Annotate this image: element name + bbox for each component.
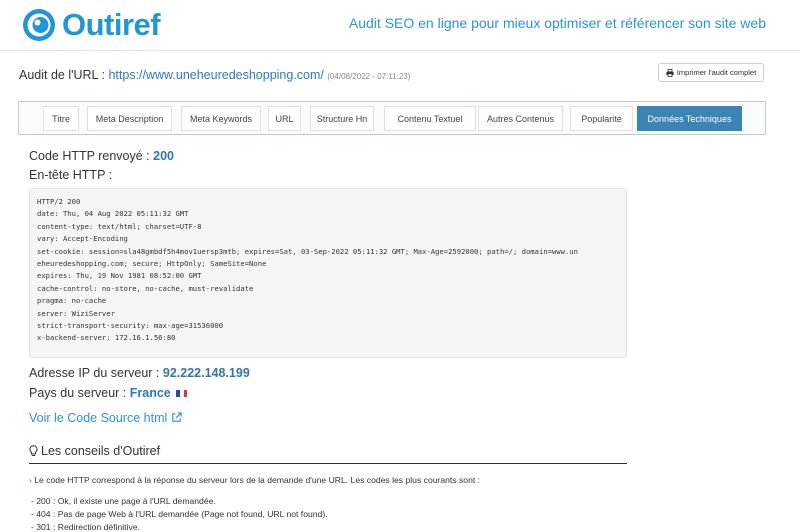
logo-text: Outiref (62, 7, 161, 42)
tab-meta-keywords[interactable]: Meta Keywords (181, 106, 261, 131)
http-code-label: Code HTTP renvoyé : (29, 149, 150, 163)
http-header-line: x-backend-server: 172.16.1.56:80 (37, 333, 176, 343)
logo[interactable]: Outiref (22, 6, 161, 44)
http-header-line: server: WiziServer (37, 308, 115, 318)
view-source-link[interactable]: Voir le Code Source html (29, 411, 182, 425)
print-audit-label: Imprimer l'audit complet (676, 68, 757, 77)
advice-title-text: Les conseils d'Outiref (41, 444, 161, 458)
print-audit-button[interactable]: Imprimer l'audit complet (658, 63, 764, 82)
advice-item: - 404 : Pas de page Web à l'URL demandée… (31, 509, 328, 519)
header-divider (0, 50, 800, 51)
http-header-line: date: Thu, 04 Aug 2022 05:11:32 GMT (37, 209, 189, 219)
server-ip-line: Adresse IP du serveur : 92.222.148.199 (29, 366, 250, 380)
audited-url-link[interactable]: https://www.uneheuredeshopping.com/ (108, 68, 323, 82)
tab-donnees-techniques[interactable]: Données Techniques (637, 106, 742, 131)
server-ip-label: Adresse IP du serveur : (29, 366, 160, 380)
advice-item: - 200 : Ok, il existe une page à l'URL d… (31, 496, 216, 506)
http-header-line: content-type: text/html; charset=UTF-8 (37, 221, 202, 231)
http-header-line: expires: Thu, 19 Nov 1981 08:52:00 GMT (37, 271, 202, 281)
http-header-line: vary: Accept-Encoding (37, 234, 128, 244)
external-link-icon (171, 412, 182, 422)
tab-contenu-textuel[interactable]: Contenu Textuel (384, 106, 476, 131)
tab-titre[interactable]: Titre (43, 106, 79, 131)
server-country-line: Pays du serveur : France (29, 386, 188, 400)
http-header-line: cache-control: no-store, no-cache, must-… (37, 283, 254, 293)
http-header-box: HTTP/2 200 date: Thu, 04 Aug 2022 05:11:… (29, 188, 627, 358)
tab-autres-contenus[interactable]: Autres Contenus (478, 106, 563, 131)
audit-date: (04/08/2022 - 07:11:23) (327, 72, 411, 81)
http-header-line: pragma: no-cache (37, 296, 107, 306)
printer-icon (666, 68, 674, 77)
france-flag-icon (176, 390, 188, 398)
advice-divider (29, 463, 627, 464)
http-header-line: eheuredeshopping.com; secure; HttpOnly; … (37, 259, 267, 269)
tagline: Audit SEO en ligne pour mieux optimiser … (348, 15, 766, 31)
chevron-right-icon: › (29, 475, 32, 485)
http-header-label: En-tête HTTP : (29, 168, 113, 182)
tab-meta-description[interactable]: Meta Description (87, 106, 172, 131)
tab-structure-hn[interactable]: Structure Hn (310, 106, 374, 131)
lightbulb-icon (29, 445, 38, 456)
site-header: Outiref Audit SEO en ligne pour mieux op… (0, 0, 800, 50)
http-header-line: set-cookie: session=sla48gmbdf5h4mov1uer… (37, 246, 578, 256)
advice-title: Les conseils d'Outiref (29, 444, 160, 458)
server-country-label: Pays du serveur : (29, 386, 127, 400)
http-code-line: Code HTTP renvoyé : 200 (29, 149, 174, 163)
server-ip-value: 92.222.148.199 (162, 366, 250, 380)
http-code-value: 200 (153, 149, 174, 163)
tab-popularite[interactable]: Popularité (570, 106, 633, 131)
advice-intro-text: Le code HTTP correspond à la réponse du … (34, 475, 481, 485)
server-country-value: France (129, 386, 171, 400)
logo-eye-icon (23, 9, 55, 41)
view-source-label: Voir le Code Source html (29, 411, 168, 425)
advice-item: - 301 : Redirection définitive. (31, 522, 140, 532)
audit-tabs: Titre Meta Description Meta Keywords URL… (18, 101, 766, 135)
http-header-line: strict-transport-security: max-age=31536… (37, 321, 224, 331)
audit-prefix: Audit de l'URL : (19, 68, 105, 82)
advice-intro: › Le code HTTP correspond à la réponse d… (29, 475, 480, 485)
audit-url-line: Audit de l'URL : https://www.uneheuredes… (19, 68, 410, 82)
tab-url[interactable]: URL (268, 106, 301, 131)
http-header-line: HTTP/2 200 (37, 197, 81, 206)
